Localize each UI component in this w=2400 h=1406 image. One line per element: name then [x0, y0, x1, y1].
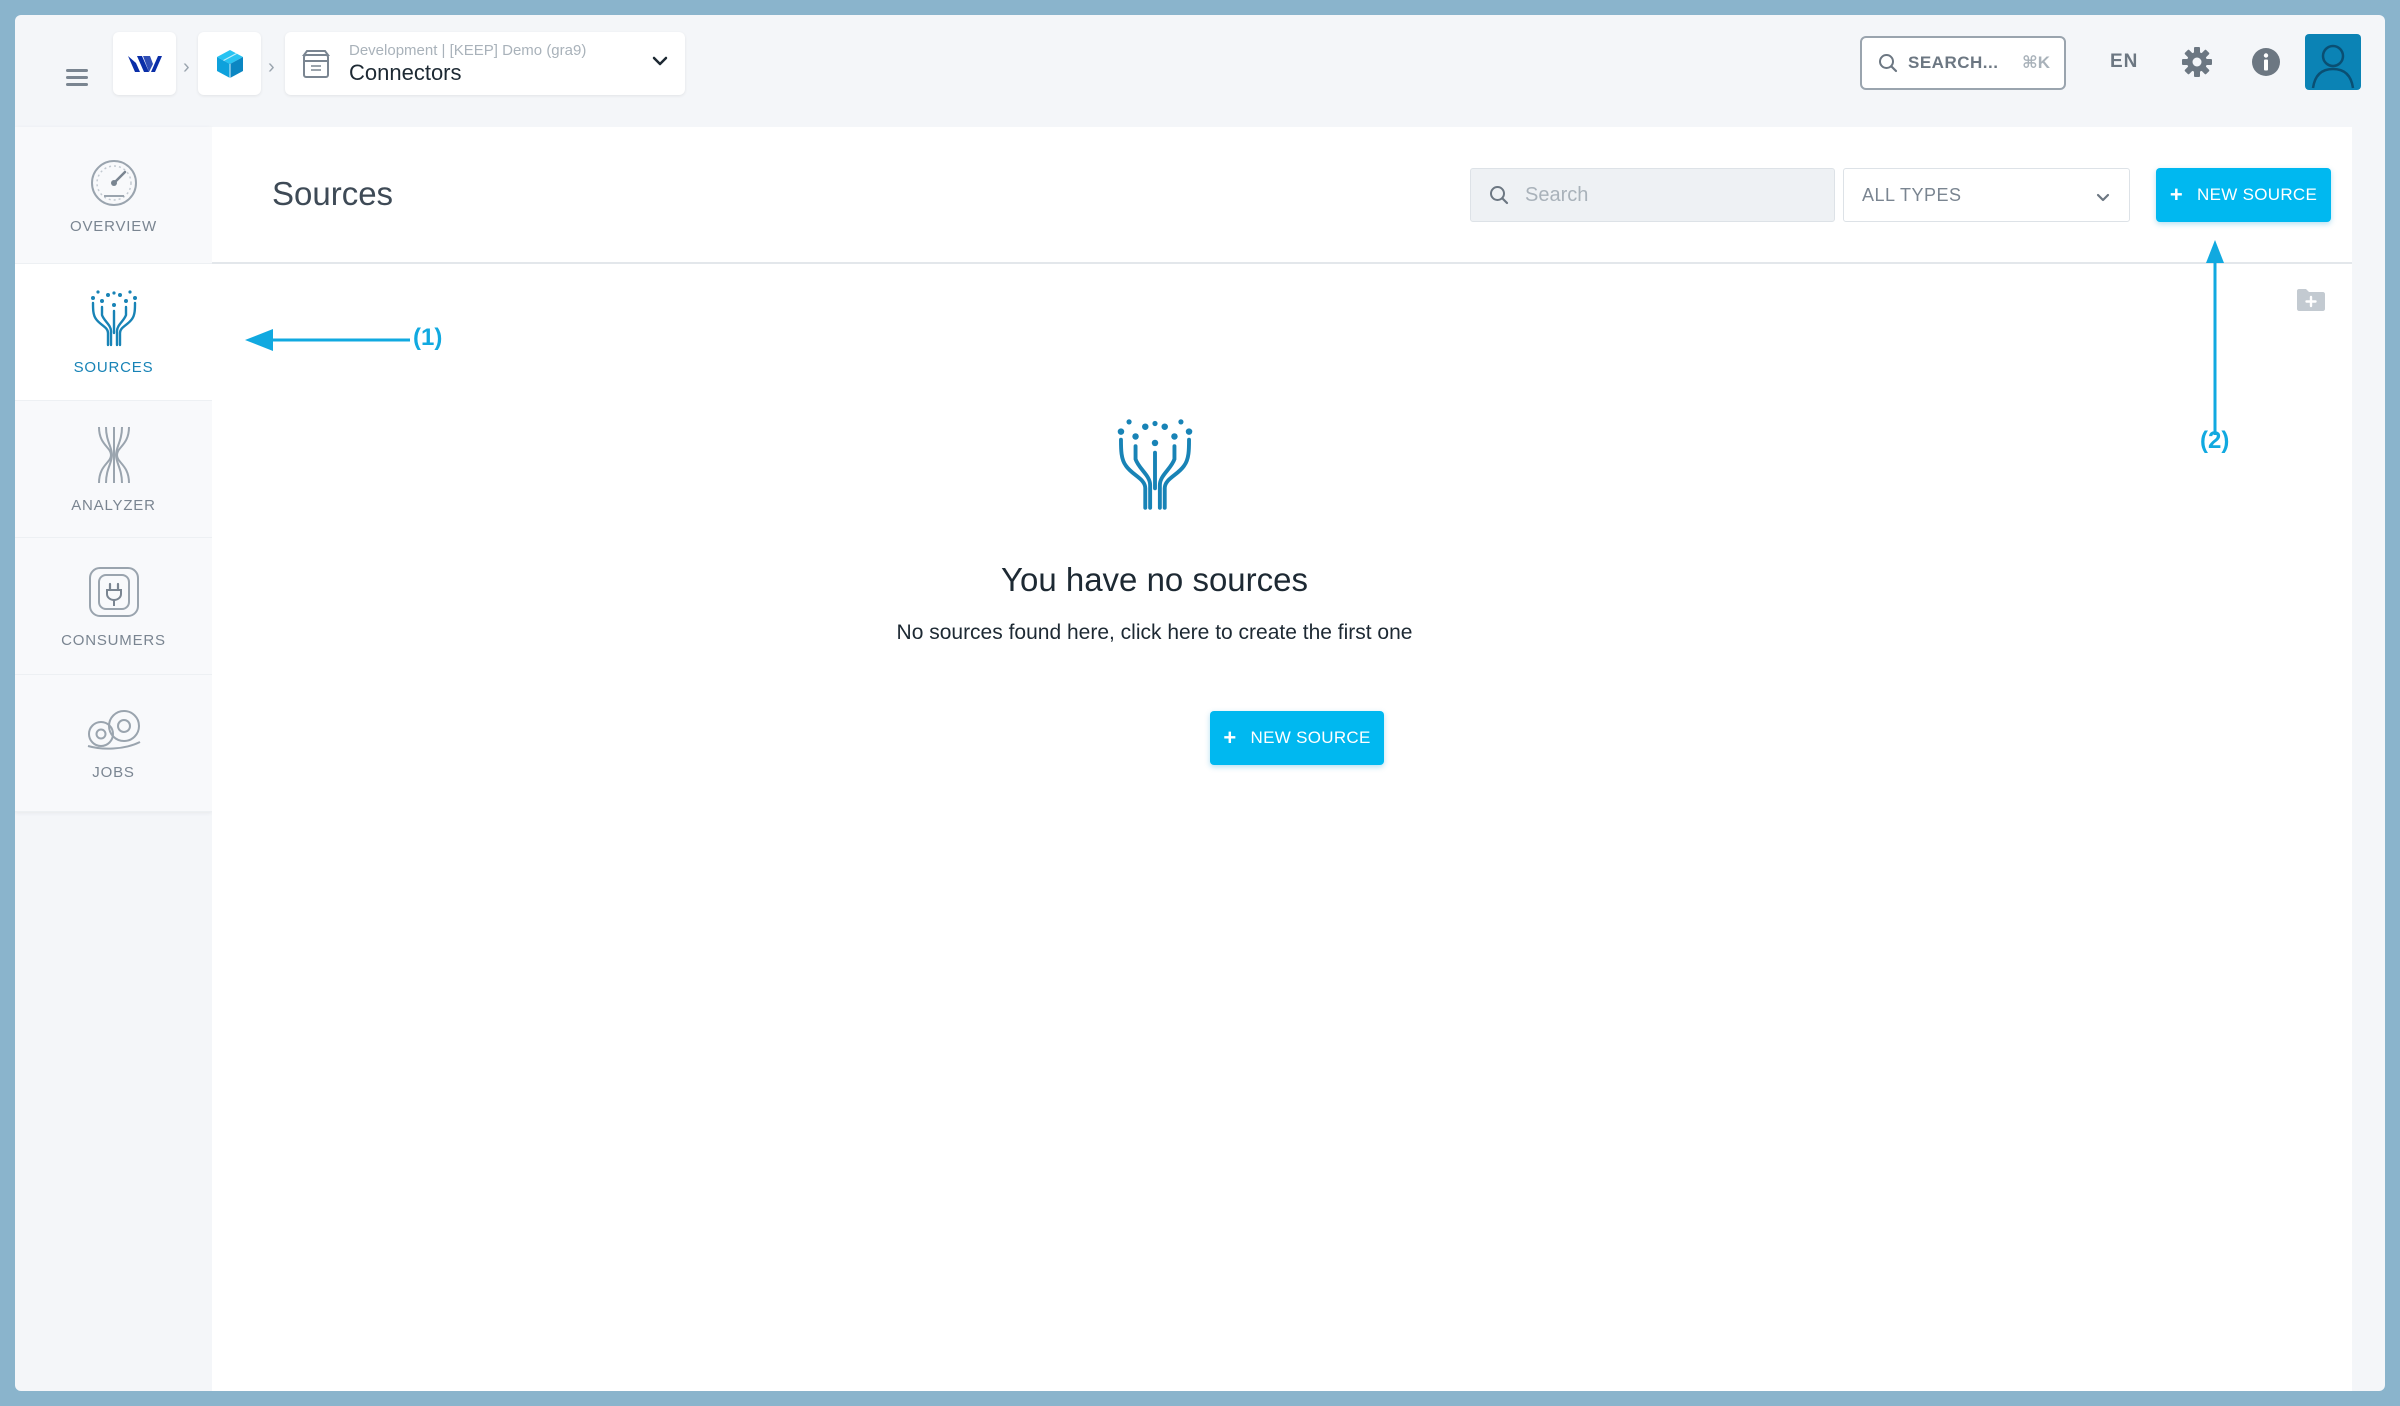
annotation-arrows: [245, 240, 2224, 435]
annotation-label-2: (2): [2200, 427, 2230, 454]
annotation-label-1: (1): [413, 324, 443, 351]
app-window: › › Development | [KEEP] Demo (gra9) Con…: [15, 15, 2385, 1391]
